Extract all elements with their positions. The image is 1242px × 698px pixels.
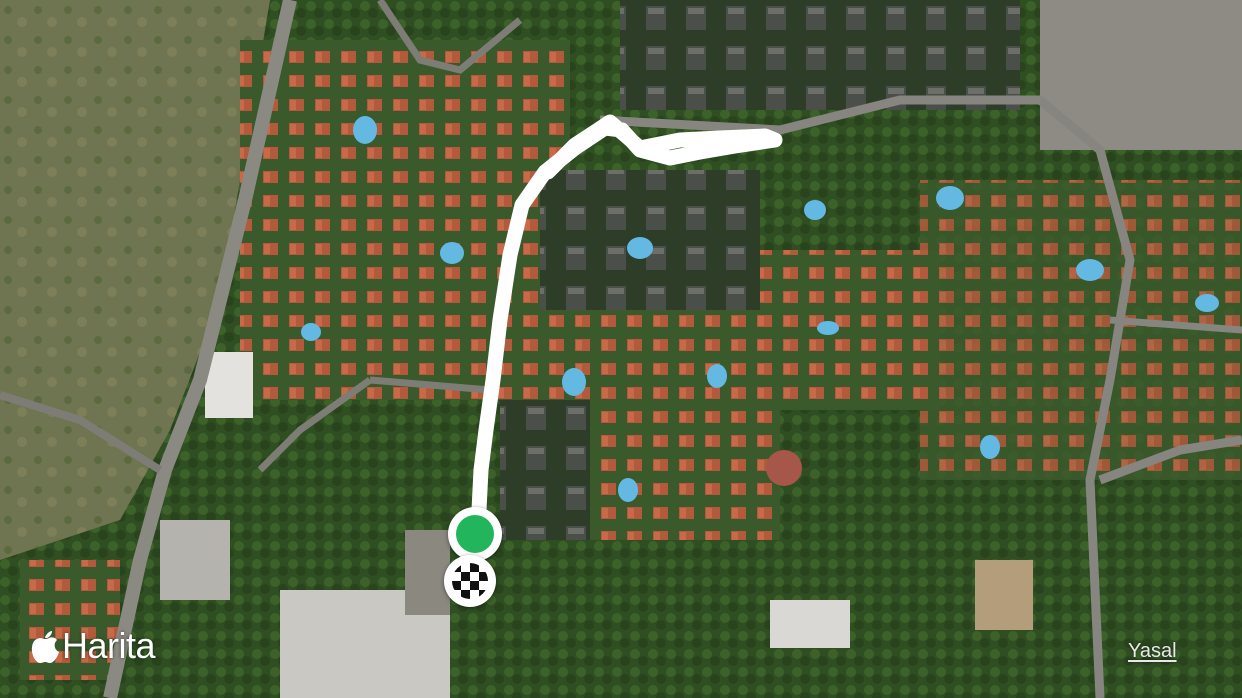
start-dot (456, 515, 494, 553)
apple-logo-icon (31, 631, 59, 663)
legal-link[interactable]: Yasal (1128, 640, 1177, 663)
brand-name: Harita (62, 625, 156, 666)
route-path (470, 114, 783, 538)
route-line (470, 114, 783, 538)
checkered-flag-icon[interactable] (444, 555, 496, 607)
map-view[interactable]: Harita Yasal (0, 0, 1242, 698)
maps-brand: Harita (30, 625, 156, 666)
finish-checker-pattern (452, 563, 488, 599)
start-pin-icon[interactable] (448, 507, 502, 561)
